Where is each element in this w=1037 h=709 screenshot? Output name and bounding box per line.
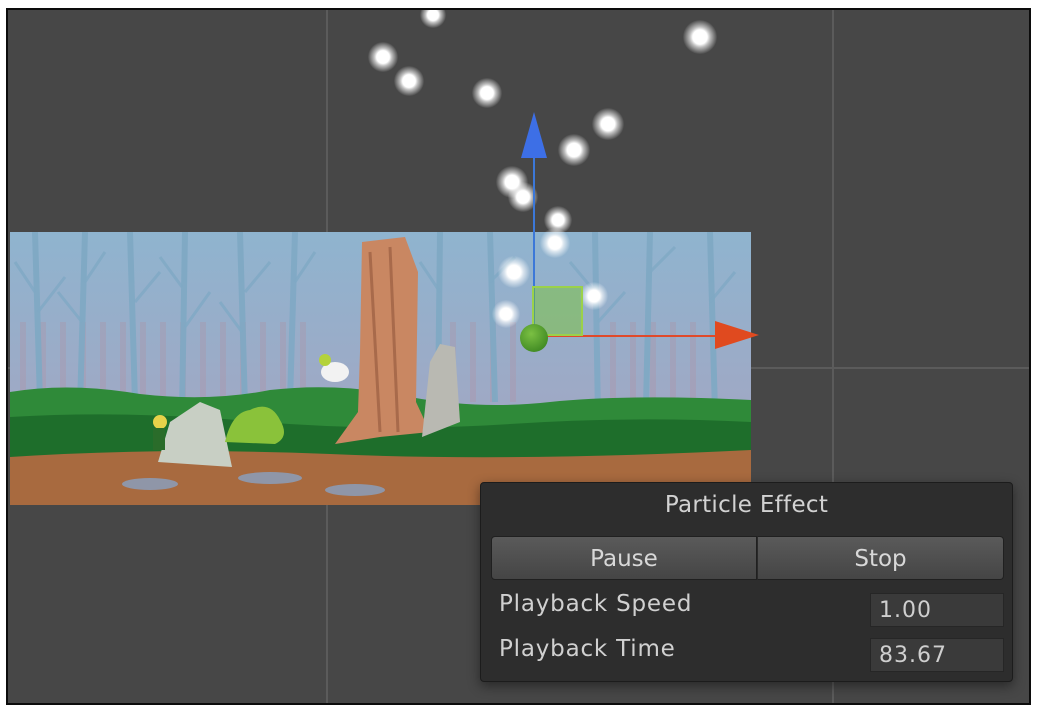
particle-sprite — [498, 256, 530, 288]
pause-button[interactable]: Pause — [491, 536, 757, 580]
forest-scene-image — [10, 232, 751, 505]
particle-sprite — [592, 108, 624, 140]
playback-time-field[interactable]: 83.67 — [870, 638, 1004, 672]
panel-title: Particle Effect — [664, 492, 829, 518]
particle-sprite — [472, 78, 502, 108]
particle-sprite — [580, 282, 608, 310]
playback-time-label: Playback Time — [499, 636, 676, 662]
particle-sprite — [492, 300, 520, 328]
gizmo-x-arrow-icon[interactable] — [715, 321, 759, 349]
particle-sprite — [420, 10, 446, 28]
game-scene-sprite[interactable] — [10, 232, 751, 505]
gizmo-center-handle[interactable] — [520, 324, 548, 352]
scene-view[interactable]: Particle Effect Pause Stop Playback Spee… — [6, 8, 1031, 705]
particle-sprite — [683, 20, 717, 54]
playback-speed-field[interactable]: 1.00 — [870, 593, 1004, 627]
particle-sprite — [540, 228, 570, 258]
particle-sprite — [368, 42, 398, 72]
particle-sprite — [394, 66, 424, 96]
playback-speed-label: Playback Speed — [499, 591, 693, 617]
stop-button[interactable]: Stop — [757, 536, 1004, 580]
gizmo-y-arrow-icon[interactable] — [521, 112, 547, 158]
particle-effect-panel: Particle Effect Pause Stop Playback Spee… — [480, 482, 1013, 682]
particle-sprite — [558, 134, 590, 166]
